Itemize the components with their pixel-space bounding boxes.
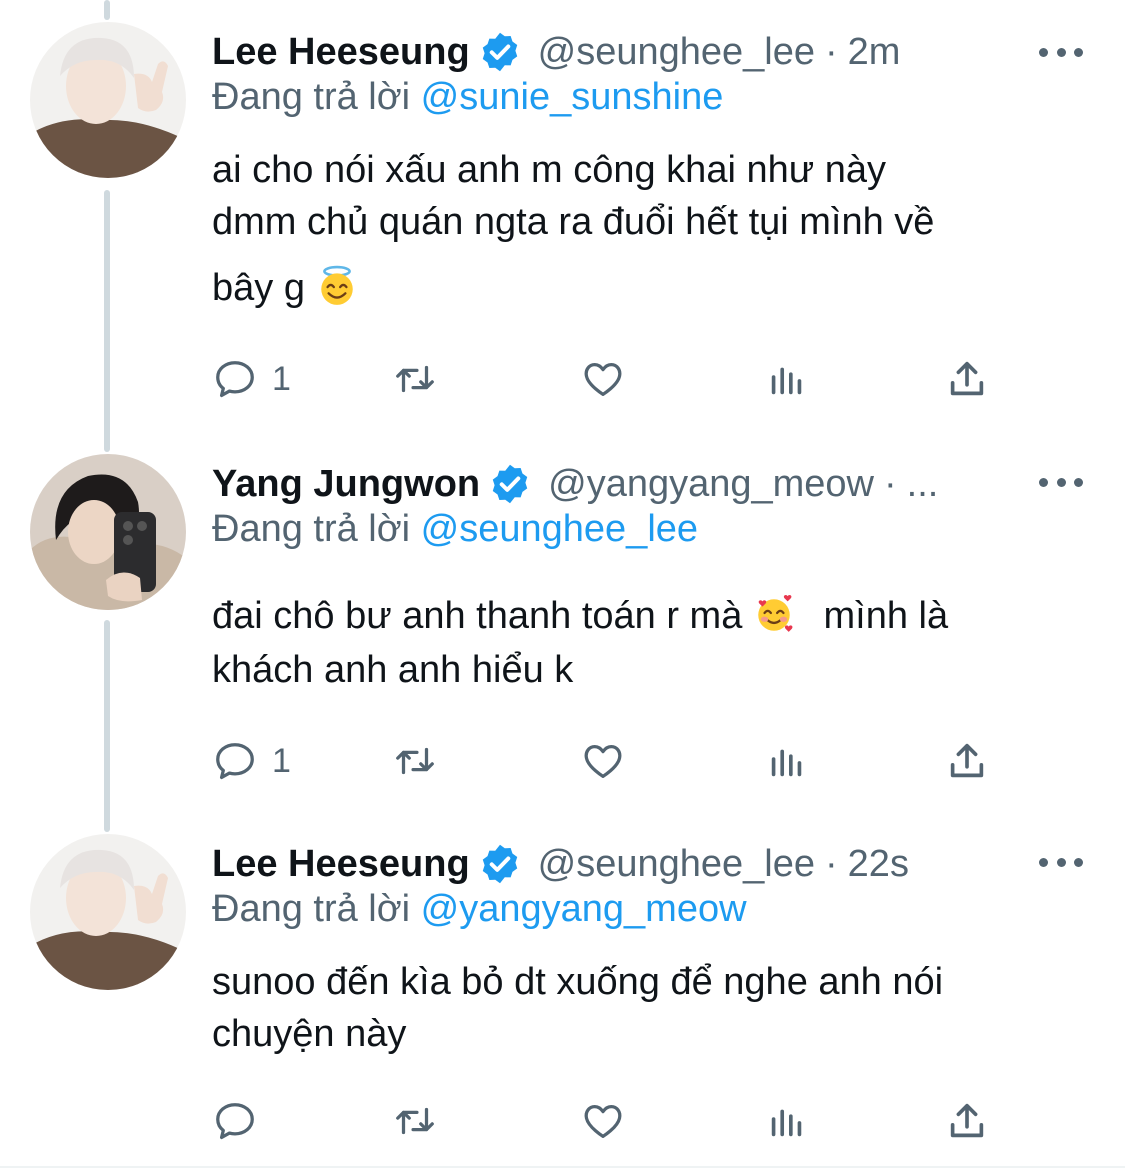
tweet-text: ai cho nói xấu anh m công khai như này d… [212,144,1092,314]
more-options-icon[interactable] [1039,467,1083,497]
tweet-header: Lee Heeseung @seunghee_lee · 22s [212,836,909,892]
speech-bubble-icon [216,743,254,780]
tweet-text: sunoo đến kìa bỏ dt xuống để nghe anh nó… [212,956,1092,1060]
retweet-icon [396,365,434,393]
tweet-text-line: đai chô bư anh thanh toán r mà mình là [212,594,949,637]
share-upload-icon [950,361,984,396]
heart-icon [584,1104,622,1138]
retweet-button[interactable] [392,736,438,786]
replying-to: Đang trả lời @yangyang_meow [212,888,747,931]
replying-prefix: Đang trả lời [212,888,411,930]
avatar[interactable] [30,454,186,610]
views-button[interactable] [764,736,810,786]
author-handle[interactable]: @yangyang_meow [548,463,874,506]
author-name[interactable]: Lee Heeseung [212,31,470,74]
timestamp[interactable]: ... [907,463,939,506]
reply-count: 1 [272,741,291,780]
tweet-actions: 1 [212,736,1002,786]
views-button[interactable] [764,1096,810,1146]
halo-smile-emoji-icon [320,265,353,305]
tweet-text-line: ai cho nói xấu anh m công khai như này [212,149,886,191]
tweet[interactable]: Lee Heeseung @seunghee_lee · 22s Đang tr… [0,830,1125,1166]
tweet[interactable]: Lee Heeseung @seunghee_lee · 2m Đang trả… [0,0,1125,430]
tweet-header: Lee Heeseung @seunghee_lee · 2m [212,24,900,80]
reply-button[interactable]: 1 [212,354,291,404]
smiling-hearts-emoji-icon [758,594,793,632]
verified-badge-icon [482,32,517,72]
retweet-icon [396,1107,434,1135]
retweet-button[interactable] [392,354,438,404]
retweet-icon [396,747,434,775]
replying-mention-link[interactable]: @yangyang_meow [421,888,747,930]
like-button[interactable] [580,1096,626,1146]
tweet-text: đai chô bư anh thanh toán r mà mình là k… [212,590,1092,696]
tweet-text-line: bây g [212,262,1092,314]
author-handle[interactable]: @seunghee_lee [538,843,815,886]
timestamp[interactable]: 22s [848,843,909,886]
avatar[interactable] [30,834,186,990]
timestamp[interactable]: 2m [848,31,901,74]
more-options-icon[interactable] [1039,847,1083,877]
tweet[interactable]: Yang Jungwon @yangyang_meow · ... Đang t… [0,430,1125,830]
share-button[interactable] [944,354,990,404]
tweet-text-line: chuyện này [212,1013,407,1055]
speech-bubble-icon [216,361,254,398]
author-name[interactable]: Lee Heeseung [212,843,470,886]
bar-chart-icon [771,367,802,395]
separator: · [825,842,838,885]
bar-chart-icon [771,1109,802,1137]
heart-icon [584,744,622,778]
share-button[interactable] [944,736,990,786]
more-options-icon[interactable] [1039,37,1083,67]
tweet-text-line: khách anh anh hiểu k [212,649,574,691]
speech-bubble-icon [216,1103,254,1140]
author-name[interactable]: Yang Jungwon [212,463,480,506]
avatar[interactable] [30,22,186,178]
replying-mention-link[interactable]: @sunie_sunshine [421,76,724,118]
replying-mention-link[interactable]: @seunghee_lee [421,508,698,550]
retweet-button[interactable] [392,1096,438,1146]
share-upload-icon [950,1103,984,1138]
tweet-text-line: sunoo đến kìa bỏ dt xuống để nghe anh nó… [212,961,944,1003]
tweet-actions: 1 [212,354,1002,404]
separator: · [884,462,897,505]
reply-button[interactable]: 1 [212,736,291,786]
verified-badge-icon [482,844,517,884]
separator: · [825,30,838,73]
tweet-text-line: dmm chủ quán ngta ra đuổi hết tụi mình v… [212,201,935,243]
divider [0,1166,1125,1168]
replying-to: Đang trả lời @sunie_sunshine [212,76,723,119]
author-handle[interactable]: @seunghee_lee [538,31,815,74]
views-button[interactable] [764,354,810,404]
tweet-header: Yang Jungwon @yangyang_meow · ... [212,456,938,512]
replying-prefix: Đang trả lời [212,508,411,550]
share-button[interactable] [944,1096,990,1146]
heart-icon [584,362,622,396]
replying-prefix: Đang trả lời [212,76,411,118]
like-button[interactable] [580,354,626,404]
reply-button[interactable] [212,1096,258,1146]
verified-badge-icon [492,464,528,504]
replying-to: Đang trả lời @seunghee_lee [212,508,698,551]
reply-count: 1 [272,359,291,398]
like-button[interactable] [580,736,626,786]
share-upload-icon [950,743,984,778]
bar-chart-icon [771,749,802,777]
tweet-actions [212,1096,1002,1146]
